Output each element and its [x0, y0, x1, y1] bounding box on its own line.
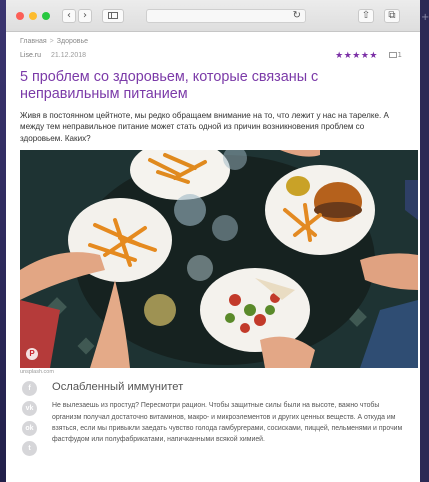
article-photo: P — [20, 150, 418, 369]
new-tab-icon[interactable]: + — [421, 13, 429, 23]
sidebar-icon — [108, 12, 118, 19]
twitter-icon[interactable]: t — [22, 441, 37, 457]
desktop-background-right: + — [420, 0, 429, 482]
comments-count-value: 1 — [397, 51, 402, 59]
minimize-window-button[interactable] — [29, 12, 37, 20]
breadcrumb-separator: > — [49, 38, 54, 45]
browser-window: ‹ › ↻ ⇧ ⧉ Главная > Здоровье Lise.ru 21.12… — [6, 0, 420, 482]
breadcrumb-section[interactable]: Здоровье — [57, 38, 88, 45]
vk-icon[interactable]: vk — [22, 401, 37, 417]
share-icon: ⇧ — [361, 10, 371, 21]
reload-icon[interactable]: ↻ — [293, 10, 301, 22]
zoom-window-button[interactable] — [42, 12, 50, 20]
forward-button[interactable]: › — [78, 9, 92, 23]
photo-credit: unsplash.com — [20, 369, 54, 376]
article-source[interactable]: Lise.ru — [20, 52, 41, 59]
rating-stars[interactable]: ★★★★★ — [335, 51, 378, 61]
article-lead: Живя в постоянном цейтноте, мы редко обр… — [20, 111, 389, 143]
page-content: Главная > Здоровье Lise.ru 21.12.2018 ★★★★… — [6, 38, 420, 457]
close-window-button[interactable] — [16, 12, 24, 20]
facebook-icon[interactable]: f — [22, 381, 37, 397]
article-date: 21.12.2018 — [50, 52, 87, 59]
article-section: f vk ok t Ослабленный иммунитет Не вылез… — [20, 381, 406, 457]
share-button[interactable]: ⇧ — [358, 9, 374, 23]
browser-toolbar: ‹ › ↻ ⇧ ⧉ — [6, 0, 420, 32]
comments-count[interactable]: 1 — [388, 51, 402, 59]
sidebar-toggle-button[interactable] — [102, 9, 124, 23]
show-tabs-button[interactable]: ⧉ — [384, 9, 400, 23]
breadcrumb-home[interactable]: Главная — [20, 38, 47, 45]
chevron-right-icon: › — [83, 10, 87, 21]
address-bar[interactable]: ↻ — [146, 9, 306, 23]
section-text: Не вылезаешь из простуд? Пересмотри раци… — [52, 402, 403, 444]
comment-icon — [388, 52, 397, 58]
tabs-icon: ⧉ — [388, 10, 396, 21]
odnoklassniki-icon[interactable]: ok — [22, 421, 37, 437]
section-body: Ослабленный иммунитет Не вылезаешь из пр… — [52, 381, 406, 445]
back-button[interactable]: ‹ — [62, 9, 76, 23]
social-share-bar: f vk ok t — [22, 381, 37, 461]
chevron-left-icon: ‹ — [67, 10, 71, 21]
food-table-illustration — [20, 150, 418, 369]
section-heading: Ослабленный иммунитет — [52, 381, 184, 394]
article-meta: Lise.ru 21.12.2018 ★★★★★ 1 — [20, 51, 406, 65]
breadcrumb: Главная > Здоровье — [20, 38, 406, 47]
article-title: 5 проблем со здоровьем, которые связаны … — [20, 69, 319, 102]
